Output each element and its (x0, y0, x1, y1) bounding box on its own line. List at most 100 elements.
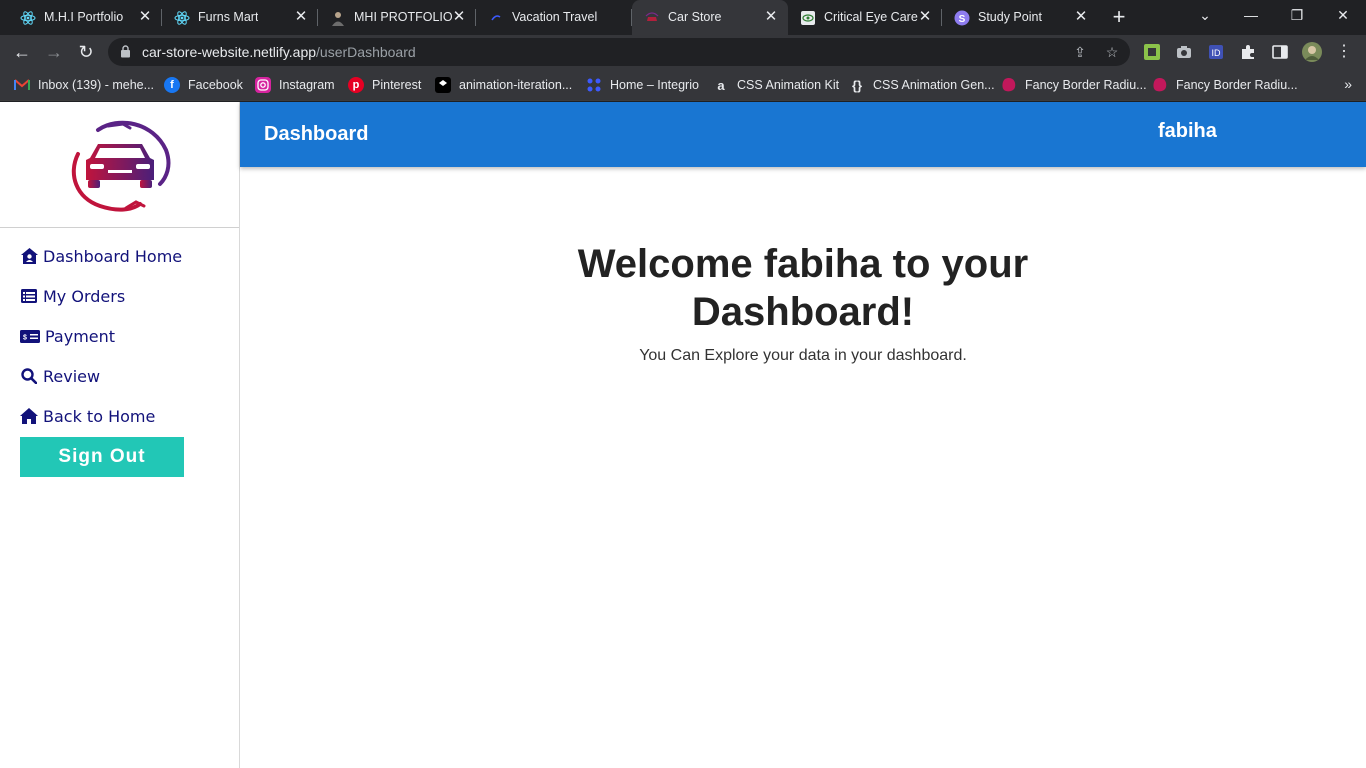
car-store-icon (644, 10, 660, 26)
bookmark-css-animation-gen[interactable]: {} CSS Animation Gen... (849, 76, 995, 94)
react-icon (174, 10, 190, 26)
tab-search-icon[interactable]: ⌄ (1182, 0, 1228, 30)
close-window-button[interactable]: ✕ (1320, 0, 1366, 30)
search-icon (20, 367, 38, 385)
url-path: /userDashboard (316, 44, 416, 60)
tab-title: M.H.I Portfolio (44, 10, 124, 24)
sidebar-item-label: Review (43, 366, 101, 386)
browser-toolbar: ← → ↻ car-store-website.netlify.app/user… (0, 35, 1366, 69)
camera-icon[interactable] (1175, 43, 1193, 61)
pinterest-icon: p (348, 77, 364, 93)
sidebar-item-back-to-home[interactable]: Back to Home (20, 404, 155, 428)
tab-furns-mart[interactable]: Furns Mart ✕ (162, 0, 318, 35)
home-icon (20, 407, 38, 425)
sidebar-item-dashboard-home[interactable]: Dashboard Home (20, 244, 182, 268)
url-host: car-store-website.netlify.app (142, 44, 317, 60)
react-icon (20, 10, 36, 26)
bookmark-fancy-border-2[interactable]: Fancy Border Radiu... (1152, 76, 1298, 94)
restore-button[interactable]: ❐ (1274, 0, 1320, 30)
forward-icon[interactable]: → (42, 40, 66, 64)
tab-title: Study Point (978, 10, 1042, 24)
menu-icon[interactable]: ⋮ (1332, 40, 1356, 64)
minimize-button[interactable]: — (1228, 0, 1274, 30)
bookmark-pinterest[interactable]: p Pinterest (348, 76, 421, 94)
sidebar: Dashboard Home My Orders $ Payment Revie… (0, 102, 240, 768)
new-tab-button[interactable]: + (1108, 6, 1130, 28)
bookmark-css-animation-kit[interactable]: a CSS Animation Kit (713, 76, 839, 94)
tab-strip: M.H.I Portfolio ✕ Furns Mart ✕ MHI PROTF… (0, 0, 1366, 35)
bookmark-facebook[interactable]: f Facebook (164, 76, 243, 94)
eye-care-icon (800, 10, 816, 26)
lock-icon[interactable] (120, 45, 131, 63)
tab-study-point[interactable]: S Study Point ✕ (942, 0, 1098, 35)
sign-out-button[interactable]: Sign Out (20, 437, 184, 477)
codepen-icon (435, 77, 451, 93)
bookmark-inbox[interactable]: Inbox (139) - mehe... (14, 76, 154, 94)
app-header: Dashboard fabiha (240, 102, 1366, 167)
bookmark-label: CSS Animation Kit (737, 78, 840, 92)
sidebar-item-payment[interactable]: $ Payment (20, 324, 115, 348)
person-icon (330, 10, 346, 26)
bookmark-fancy-border-1[interactable]: Fancy Border Radiu... (1001, 76, 1147, 94)
tab-mhi-portfolio[interactable]: M.H.I Portfolio ✕ (8, 0, 162, 35)
integrio-icon (586, 77, 602, 93)
svg-text:$: $ (23, 334, 27, 341)
star-icon[interactable]: ☆ (1104, 44, 1120, 60)
blob-icon (1001, 77, 1017, 93)
gmail-icon (14, 77, 30, 93)
svg-text:S: S (959, 14, 966, 25)
close-icon[interactable]: ✕ (1072, 8, 1090, 26)
tab-critical-eye-care[interactable]: Critical Eye Care ✕ (788, 0, 942, 35)
sidebar-item-label: Back to Home (43, 406, 156, 426)
tab-mhi-protfolio[interactable]: MHI PROTFOLIO ✕ (318, 0, 476, 35)
bookmark-label: Home – Integrio (610, 78, 699, 92)
list-icon (20, 287, 38, 305)
share-icon[interactable]: ⇪ (1072, 44, 1088, 60)
close-icon[interactable]: ✕ (292, 8, 310, 26)
facebook-icon: f (164, 77, 180, 93)
house-user-icon (20, 247, 38, 265)
bookmark-label: animation-iteration... (459, 78, 573, 92)
close-icon[interactable]: ✕ (450, 8, 468, 26)
close-icon[interactable]: ✕ (136, 8, 154, 26)
bookmark-label: CSS Animation Gen... (873, 78, 995, 92)
address-bar[interactable]: car-store-website.netlify.app/userDashbo… (108, 38, 1130, 66)
tab-title: Critical Eye Care (824, 10, 918, 24)
page-title: Dashboard (264, 123, 369, 145)
tab-title: Vacation Travel (512, 10, 598, 24)
puzzle-icon[interactable] (1239, 43, 1257, 61)
page-content: Dashboard Home My Orders $ Payment Revie… (0, 102, 1366, 768)
car-store-logo (71, 120, 171, 212)
url-text[interactable]: car-store-website.netlify.app/userDashbo… (142, 44, 416, 60)
instagram-icon (255, 77, 271, 93)
close-icon[interactable]: ✕ (762, 8, 780, 26)
bookmark-instagram[interactable]: Instagram (255, 76, 335, 94)
study-point-icon: S (954, 10, 970, 26)
bookmark-integrio[interactable]: Home – Integrio (586, 76, 699, 94)
extension-blue-icon[interactable]: ID (1207, 43, 1225, 61)
braces-icon: {} (851, 77, 863, 93)
svg-text:ID: ID (1212, 48, 1222, 58)
bookmark-label: Pinterest (372, 78, 422, 92)
bookmark-animation-iteration[interactable]: animation-iteration... (435, 76, 572, 94)
bookmark-label: Facebook (188, 78, 243, 92)
sidebar-item-my-orders[interactable]: My Orders (20, 284, 125, 308)
close-icon[interactable]: ✕ (916, 8, 934, 26)
sidebar-item-label: Dashboard Home (43, 246, 183, 266)
back-icon[interactable]: ← (10, 40, 34, 64)
sidebar-item-review[interactable]: Review (20, 364, 100, 388)
side-panel-icon[interactable] (1271, 43, 1289, 61)
welcome-section: Welcome fabiha to your Dashboard! You Ca… (240, 240, 1366, 365)
profile-avatar-icon[interactable] (1302, 42, 1322, 62)
money-bill-icon: $ (20, 327, 40, 345)
tab-car-store[interactable]: Car Store ✕ (632, 0, 788, 35)
welcome-heading: Welcome fabiha to your Dashboard! (577, 242, 1029, 334)
reload-icon[interactable]: ↻ (74, 40, 98, 64)
tab-vacation-travel[interactable]: Vacation Travel (476, 0, 632, 35)
vacation-icon (488, 10, 504, 26)
bookmark-label: Fancy Border Radiu... (1176, 78, 1298, 92)
tab-title: Furns Mart (198, 10, 259, 24)
more-bookmarks-icon[interactable]: » (1344, 76, 1352, 92)
tab-title: MHI PROTFOLIO (354, 10, 453, 24)
extension-green-icon[interactable] (1143, 43, 1161, 61)
